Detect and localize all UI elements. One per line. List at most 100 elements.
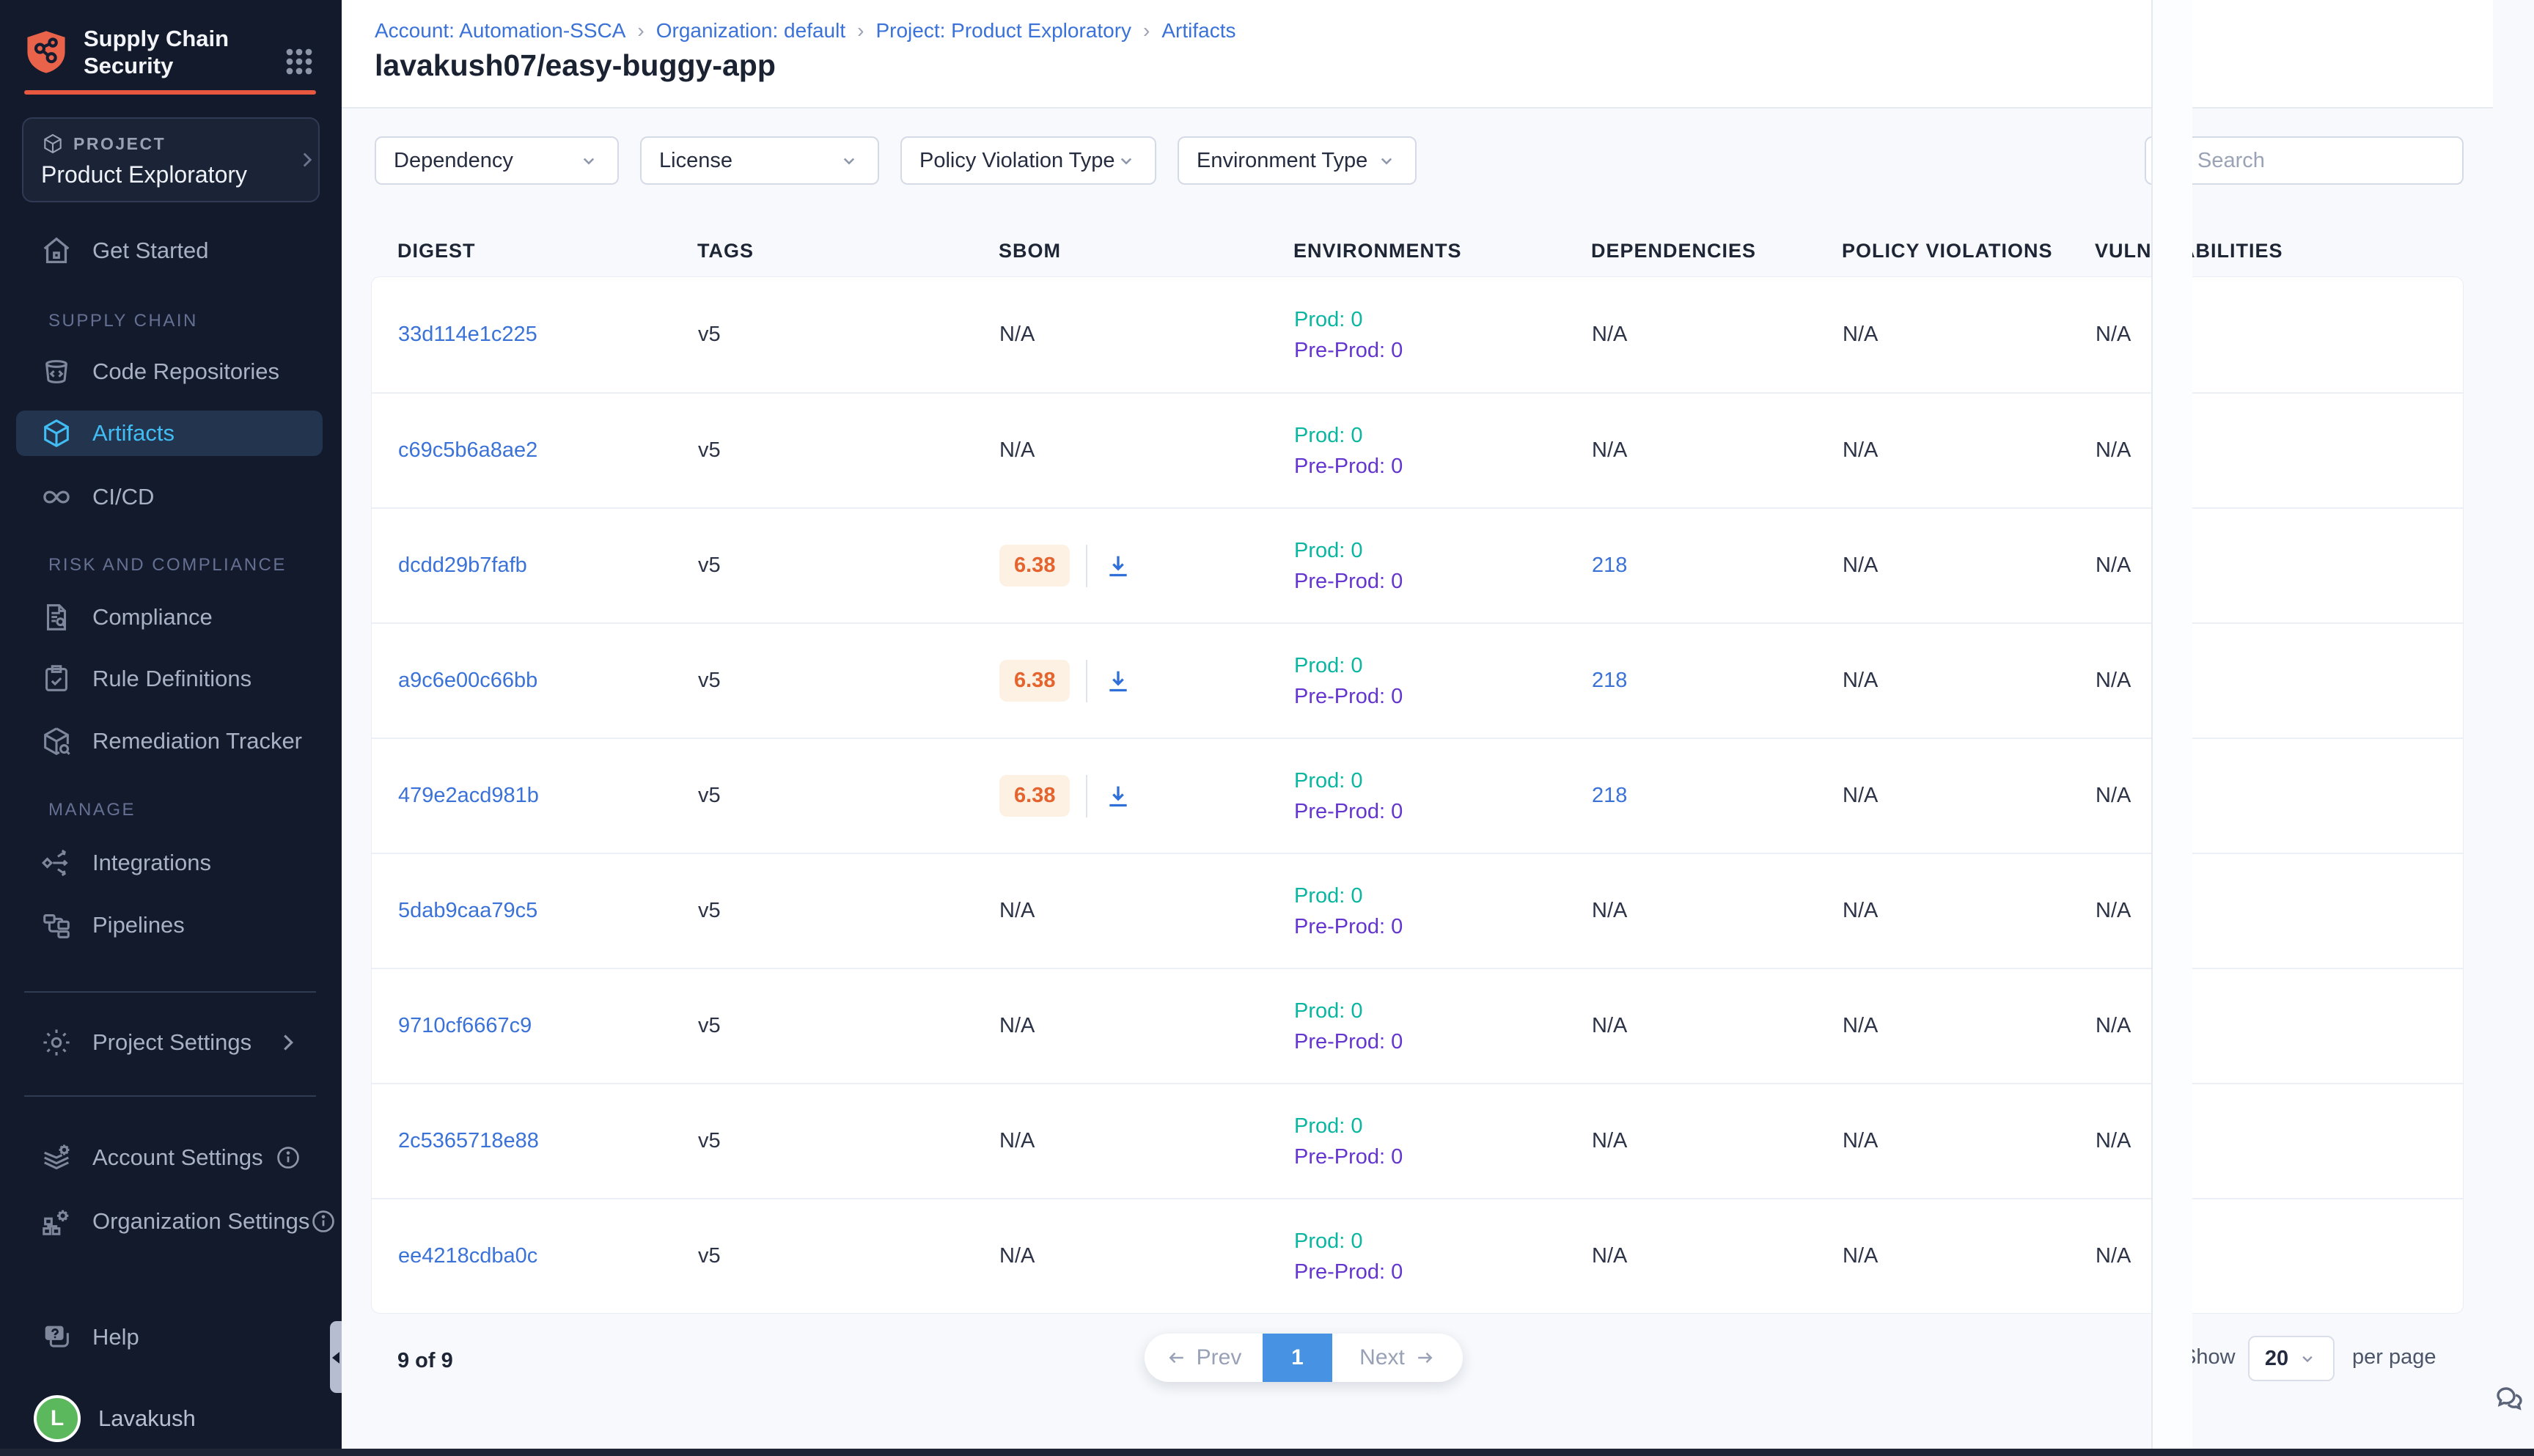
tag-cell: v5 [698,784,999,808]
digest-link[interactable]: 9710cf6667c9 [398,1014,532,1037]
brand-accent-line [24,90,316,95]
sidebar-item-label: Remediation Tracker [92,728,302,754]
digest-link[interactable]: 5dab9caa79c5 [398,899,537,922]
environments-cell: Prod: 0 Pre-Prod: 0 [1294,1113,1592,1170]
table-row: a9c6e00c66bb v5 6.38 Prod: 0 Pre-Prod: 0… [372,622,2463,738]
download-sbom-icon[interactable] [1103,782,1133,811]
sidebar-item-code-repositories[interactable]: Code Repositories [16,349,323,394]
environments-cell: Prod: 0 Pre-Prod: 0 [1294,537,1592,595]
right-gutter [2151,0,2192,1456]
breadcrumb-artifacts-link[interactable]: Artifacts [1161,19,1235,43]
sidebar-item-artifacts[interactable]: Artifacts [16,411,323,456]
environments-cell: Prod: 0 Pre-Prod: 0 [1294,768,1592,825]
sidebar-divider [24,1095,316,1097]
user-menu[interactable]: L Lavakush [16,1390,323,1447]
sidebar-item-label: Organization Settings [92,1208,309,1235]
sidebar-section-risk-and-compliance: RISK AND COMPLIANCE [48,555,287,576]
next-page-button[interactable]: Next [1332,1334,1463,1382]
org-chart-gear-icon [40,1205,73,1238]
download-sbom-icon[interactable] [1103,551,1133,581]
chevron-down-icon [2297,1348,2318,1369]
search-input[interactable] [2197,149,2439,173]
artifacts-table: 33d114e1c225 v5 N/A Prod: 0 Pre-Prod: 0 … [371,276,2464,1314]
table-row: 479e2acd981b v5 6.38 Prod: 0 Pre-Prod: 0… [372,738,2463,853]
policy-violations-cell: N/A [1843,1244,2096,1268]
sidebar-item-remediation-tracker[interactable]: Remediation Tracker [16,718,323,764]
prod-count: Prod: 0 [1294,883,1592,909]
preprod-count: Pre-Prod: 0 [1294,913,1592,940]
dependency-filter-dropdown[interactable]: Dependency [375,136,619,185]
app-switcher-grid-icon[interactable] [280,43,318,81]
dependencies-cell: N/A [1592,323,1843,347]
tag-cell: v5 [698,554,999,578]
sidebar-item-label: Account Settings [92,1144,263,1171]
info-icon[interactable] [309,1207,337,1235]
breadcrumb-separator: › [637,19,644,43]
tag-cell: v5 [698,1014,999,1038]
table-row: ee4218cdba0c v5 N/A Prod: 0 Pre-Prod: 0 … [372,1198,2463,1313]
policy-violations-cell: N/A [1843,899,2096,923]
dependencies-link[interactable]: 218 [1592,669,1627,692]
sbom-score-badge: 6.38 [999,545,1070,587]
environment-type-filter-dropdown[interactable]: Environment Type [1178,136,1417,185]
current-page-button[interactable]: 1 [1263,1334,1332,1382]
column-header-tags: TAGS [697,240,999,262]
sidebar-item-rule-definitions[interactable]: Rule Definitions [16,656,323,702]
digest-link[interactable]: 33d114e1c225 [398,323,537,346]
sidebar-item-pipelines[interactable]: Pipelines [16,902,323,948]
digest-link[interactable]: ee4218cdba0c [398,1244,537,1268]
digest-link[interactable]: 2c5365718e88 [398,1129,539,1152]
sidebar-item-compliance[interactable]: Compliance [16,595,323,640]
preprod-count: Pre-Prod: 0 [1294,568,1592,595]
policy-violations-cell: N/A [1843,323,2096,347]
info-icon[interactable] [274,1144,302,1172]
preprod-count: Pre-Prod: 0 [1294,798,1592,825]
sidebar-item-cicd[interactable]: CI/CD [16,474,323,520]
user-name: Lavakush [98,1405,196,1432]
breadcrumb-organization-link[interactable]: Organization: default [656,19,845,43]
license-filter-dropdown[interactable]: License [640,136,879,185]
sidebar-item-project-settings[interactable]: Project Settings [16,1020,323,1065]
prev-page-button[interactable]: Prev [1145,1334,1263,1382]
pipelines-icon [40,908,73,942]
dependencies-cell: N/A [1592,438,1843,463]
avatar-initial: L [51,1406,64,1431]
table-row: 9710cf6667c9 v5 N/A Prod: 0 Pre-Prod: 0 … [372,968,2463,1083]
dependencies-link[interactable]: 218 [1592,784,1627,807]
tag-cell: v5 [698,1129,999,1153]
digest-link[interactable]: 479e2acd981b [398,784,539,807]
sidebar-item-help[interactable]: Help [16,1315,323,1360]
dependencies-link[interactable]: 218 [1592,554,1627,577]
dropdown-label: Environment Type [1197,149,1367,173]
breadcrumb-separator: › [1143,19,1150,43]
arrow-left-icon [1166,1347,1188,1369]
sidebar-item-label: Integrations [92,850,211,876]
project-label: PROJECT [73,134,166,154]
digest-link[interactable]: dcdd29b7fafb [398,554,527,577]
page-size-dropdown[interactable]: 20 [2248,1336,2335,1381]
policy-violation-type-filter-dropdown[interactable]: Policy Violation Type [900,136,1156,185]
next-label: Next [1359,1345,1405,1370]
digest-link[interactable]: c69c5b6a8ae2 [398,438,537,462]
digest-link[interactable]: a9c6e00c66bb [398,669,537,692]
policy-violations-cell: N/A [1843,669,2096,693]
sidebar-item-get-started[interactable]: Get Started [16,228,323,273]
chevron-right-icon [274,1029,302,1056]
sbom-cell: N/A [999,1129,1294,1153]
document-search-icon [40,600,73,634]
sbom-cell: N/A [999,899,1294,923]
policy-violations-cell: N/A [1843,784,2096,808]
sidebar-item-integrations[interactable]: Integrations [16,840,323,886]
prod-count: Prod: 0 [1294,768,1592,794]
breadcrumb-account-link[interactable]: Account: Automation-SSCA [375,19,625,43]
download-sbom-icon[interactable] [1103,666,1133,696]
sidebar-item-organization-settings[interactable]: Organization Settings [16,1199,323,1244]
chat-bubbles-icon[interactable] [2491,1381,2527,1416]
sidebar-item-account-settings[interactable]: Account Settings [16,1135,323,1180]
sidebar-item-label: Get Started [92,238,209,264]
breadcrumb: Account: Automation-SSCA › Organization:… [375,19,1236,43]
sidebar-section-manage: MANAGE [48,800,136,820]
breadcrumb-project-link[interactable]: Project: Product Exploratory [875,19,1131,43]
project-selector[interactable]: PROJECT Product Exploratory [22,117,320,202]
tag-cell: v5 [698,438,999,463]
